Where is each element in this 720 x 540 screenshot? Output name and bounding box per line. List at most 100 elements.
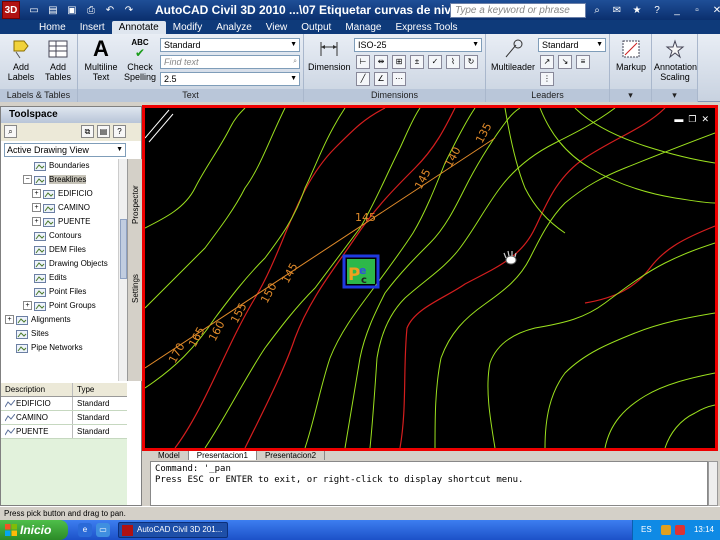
tree-item[interactable]: − Breaklines: [1, 173, 127, 187]
selected-label-marker[interactable]: P e c: [342, 254, 380, 289]
tree-item[interactable]: Contours: [1, 229, 127, 243]
open-icon[interactable]: ▤: [45, 3, 61, 17]
add-tables-button[interactable]: Add Tables: [40, 38, 76, 82]
dim-oblique-icon[interactable]: ╱: [356, 72, 370, 86]
expand-icon[interactable]: +: [32, 203, 41, 213]
redo-icon[interactable]: ↷: [121, 3, 137, 17]
undo-icon[interactable]: ↶: [102, 3, 118, 17]
app-menu-button[interactable]: 3D: [2, 1, 20, 19]
start-button[interactable]: Inicio: [0, 520, 68, 540]
search-icon[interactable]: ⌕: [590, 3, 604, 17]
tree-item[interactable]: Pipe Networks: [1, 341, 127, 355]
collect-leaders-icon[interactable]: ⋮: [540, 72, 554, 86]
help-icon[interactable]: ?: [650, 3, 664, 17]
tree-item[interactable]: DEM Files: [1, 243, 127, 257]
expand-icon[interactable]: +: [5, 315, 14, 325]
tree-scrollbar[interactable]: [118, 159, 127, 381]
taskbar-item-autocad[interactable]: AutoCAD Civil 3D 201...: [118, 522, 228, 538]
tab-presentacion2[interactable]: Presentacion2: [257, 451, 326, 460]
multiline-text-button[interactable]: A Multiline Text: [82, 38, 120, 83]
remove-leader-icon[interactable]: ↘: [558, 55, 572, 69]
text-panel-title[interactable]: Text: [78, 89, 303, 102]
multileader-button[interactable]: Multileader: [490, 38, 536, 72]
viewport-close-icon[interactable]: ✕: [701, 114, 709, 125]
tray-icon[interactable]: [661, 525, 671, 535]
tab-settings[interactable]: Settings: [128, 259, 143, 319]
tree-item[interactable]: Sites: [1, 327, 127, 341]
tab-model[interactable]: Model: [150, 451, 189, 460]
column-description[interactable]: Description: [1, 383, 73, 396]
dim-inspect-icon[interactable]: ✓: [428, 55, 442, 69]
annotation-scaling-panel-title[interactable]: ▾: [652, 89, 697, 102]
internet-explorer-icon[interactable]: e: [78, 523, 92, 537]
print-icon[interactable]: ⎙: [83, 3, 99, 17]
tree-item[interactable]: + EDIFICIO: [1, 187, 127, 201]
add-labels-button[interactable]: Add Labels: [4, 38, 38, 82]
toolspace-view-select[interactable]: Active Drawing View ▼: [4, 143, 126, 157]
tab-insert[interactable]: Insert: [73, 21, 112, 34]
tab-view[interactable]: View: [259, 21, 295, 34]
dim-continue-icon[interactable]: ⊢: [356, 55, 370, 69]
tree-item[interactable]: Point Files: [1, 285, 127, 299]
toolspace-list-icon[interactable]: ▤: [97, 125, 110, 138]
command-line-scrollbar[interactable]: [708, 461, 718, 506]
tab-output[interactable]: Output: [294, 21, 338, 34]
toolspace-help-icon[interactable]: ?: [113, 125, 126, 138]
viewport-restore-icon[interactable]: ❐: [688, 114, 696, 125]
table-row[interactable]: CAMINO Standard: [1, 411, 127, 425]
dimension-button[interactable]: Dimension: [308, 38, 351, 72]
new-icon[interactable]: ▭: [26, 3, 42, 17]
tab-manage[interactable]: Manage: [338, 21, 388, 34]
tree-item[interactable]: Edits: [1, 271, 127, 285]
toolspace-search-icon[interactable]: ⌕: [4, 125, 17, 138]
tab-home[interactable]: Home: [32, 21, 73, 34]
collapse-icon[interactable]: −: [23, 175, 32, 185]
leaders-panel-title[interactable]: Leaders: [486, 89, 609, 102]
tab-prospector[interactable]: Prospector: [128, 165, 143, 245]
tab-presentacion1[interactable]: Presentacion1: [188, 451, 257, 460]
communication-center-icon[interactable]: ✉: [610, 3, 624, 17]
markup-panel-title[interactable]: ▾: [610, 89, 651, 102]
labels-tables-panel-title[interactable]: Labels & Tables: [0, 89, 77, 102]
find-icon[interactable]: ⌕: [293, 56, 297, 68]
markup-button[interactable]: Markup: [613, 38, 649, 72]
check-spelling-button[interactable]: ABC ✔ Check Spelling: [122, 38, 158, 82]
tree-item[interactable]: + Alignments: [1, 313, 127, 327]
text-style-select[interactable]: Standard ▼: [160, 38, 300, 52]
dim-jog-icon[interactable]: ⌇: [446, 55, 460, 69]
tab-annotate[interactable]: Annotate: [111, 21, 166, 34]
dim-adjust-icon[interactable]: ⊞: [392, 55, 406, 69]
search-input[interactable]: Type a keyword or phrase: [450, 3, 586, 18]
language-indicator[interactable]: ES: [641, 520, 652, 540]
dim-tolerance-icon[interactable]: ±: [410, 55, 424, 69]
tree-item[interactable]: + Point Groups: [1, 299, 127, 313]
favorites-icon[interactable]: ★: [630, 3, 644, 17]
dim-text-angle-icon[interactable]: ∠: [374, 72, 388, 86]
toolspace-copy-icon[interactable]: ⧉: [81, 125, 94, 138]
close-icon[interactable]: ✕: [710, 3, 720, 17]
tree-item[interactable]: Drawing Objects: [1, 257, 127, 271]
dimensions-panel-title[interactable]: Dimensions: [304, 89, 485, 102]
contour-drawing[interactable]: 135 140 145 145 145 150 155 160 165 170 …: [145, 108, 715, 448]
text-height-select[interactable]: 2.5 ▼: [160, 72, 300, 86]
viewport-minimize-icon[interactable]: ▬: [674, 114, 683, 125]
tree-item[interactable]: + PUENTE: [1, 215, 127, 229]
tab-modify[interactable]: Modify: [166, 21, 209, 34]
dim-update-icon[interactable]: ↻: [464, 55, 478, 69]
scrollbar-thumb[interactable]: [120, 219, 127, 279]
table-row[interactable]: EDIFICIO Standard: [1, 397, 127, 411]
expand-icon[interactable]: +: [32, 189, 41, 199]
add-leader-icon[interactable]: ↗: [540, 55, 554, 69]
dimension-style-select[interactable]: ISO-25 ▼: [354, 38, 482, 52]
drawing-canvas[interactable]: 135 140 145 145 145 150 155 160 165 170 …: [142, 105, 718, 451]
tray-icon[interactable]: [675, 525, 685, 535]
command-line[interactable]: Command: '_pan Press ESC or ENTER to exi…: [150, 461, 708, 506]
dim-break-icon[interactable]: ⇹: [374, 55, 388, 69]
find-text-input[interactable]: Find text ⌕: [160, 55, 300, 69]
show-desktop-icon[interactable]: ▭: [96, 523, 110, 537]
save-icon[interactable]: ▣: [64, 3, 80, 17]
tree-item[interactable]: Boundaries: [1, 159, 127, 173]
tab-analyze[interactable]: Analyze: [209, 21, 259, 34]
tab-express-tools[interactable]: Express Tools: [388, 21, 464, 34]
align-leaders-icon[interactable]: ≡: [576, 55, 590, 69]
